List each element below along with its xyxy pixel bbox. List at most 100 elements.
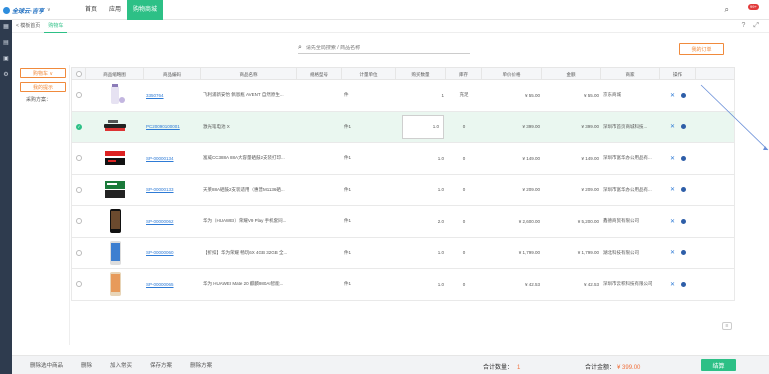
- delete-icon[interactable]: ✕: [670, 218, 675, 225]
- checkbox[interactable]: [76, 186, 82, 193]
- favorite-icon[interactable]: [681, 92, 687, 98]
- table-row[interactable]: SP-00000062 华为（HUAWEI）荣耀V9 Play 手机套同... …: [71, 206, 735, 238]
- dashboard-icon[interactable]: ▦: [0, 22, 12, 32]
- favorite-icon[interactable]: [681, 281, 687, 287]
- delete-selected-link[interactable]: 删除选中商品: [30, 361, 63, 369]
- product-code-link[interactable]: SP-00000065: [146, 282, 174, 287]
- checkbox-checked[interactable]: ✓: [76, 123, 82, 130]
- favorite-icon[interactable]: [681, 187, 687, 193]
- my-orders-button[interactable]: 我的订单: [679, 43, 724, 55]
- search-input[interactable]: [305, 45, 466, 51]
- checkbox[interactable]: [76, 155, 82, 162]
- product-thumbnail[interactable]: [86, 175, 144, 206]
- quantity-field[interactable]: 2.0: [396, 206, 446, 237]
- product-code-link[interactable]: PC20090100001: [146, 124, 180, 129]
- row-checkbox[interactable]: ✓: [72, 112, 86, 143]
- table-row[interactable]: 3350764 飞利浦新安怡 佩恩瓶 AVENT 自然原生... 件 1 充足 …: [71, 80, 735, 112]
- product-code-link[interactable]: SP-00000062: [146, 219, 174, 224]
- tab-template-home[interactable]: < 模板首页: [12, 20, 44, 33]
- delete-plan-link[interactable]: 删除方案: [190, 361, 212, 369]
- quantity-field[interactable]: 1.0: [396, 143, 446, 174]
- product-thumbnail[interactable]: [86, 112, 144, 143]
- delete-icon[interactable]: ✕: [670, 92, 675, 99]
- favorite-icon[interactable]: [681, 155, 687, 161]
- vendor-name: 京东商城: [603, 92, 621, 98]
- document-icon[interactable]: ▤: [0, 38, 12, 48]
- topbar-actions: ⌕ 99+: [725, 4, 759, 16]
- quantity-field[interactable]: 1.0: [396, 238, 446, 269]
- brand-logo[interactable]: 全球云·吉亨 ∨: [3, 4, 51, 16]
- select-all-checkbox[interactable]: [75, 71, 82, 77]
- favorite-icon[interactable]: [681, 218, 687, 224]
- header-code: 商品编码: [144, 68, 201, 79]
- toner-pack-image: [105, 180, 125, 198]
- product-thumbnail[interactable]: [86, 206, 144, 237]
- header-qty: 购买数量: [396, 68, 446, 79]
- notification-button[interactable]: 99+: [745, 4, 759, 16]
- search-icon[interactable]: ⌕: [725, 5, 729, 15]
- delete-link[interactable]: 删除: [81, 361, 92, 369]
- product-thumbnail[interactable]: [86, 269, 144, 300]
- stock-value: 0: [462, 155, 466, 161]
- total-quantity-value: 1: [517, 365, 521, 371]
- tab-cart[interactable]: 购物车: [44, 20, 68, 33]
- product-code-link[interactable]: 3350764: [146, 93, 164, 98]
- window-icon[interactable]: ▣: [0, 54, 12, 64]
- table-row[interactable]: SP-00000060 【折扣】华为荣耀 畅玩6X 4GB 32GB 全... …: [71, 237, 735, 269]
- header-amount: 金额: [542, 68, 601, 79]
- quantity-field[interactable]: 1.0: [396, 269, 446, 300]
- product-code-link[interactable]: SP-00000060: [146, 250, 174, 255]
- row-checkbox[interactable]: [72, 80, 86, 111]
- quantity-field[interactable]: 1.0: [396, 175, 446, 206]
- product-thumbnail[interactable]: [86, 143, 144, 174]
- checkbox[interactable]: [76, 92, 82, 99]
- checkbox[interactable]: [76, 249, 82, 256]
- collapse-toggle[interactable]: ≡: [722, 322, 732, 330]
- quantity-field[interactable]: 1: [396, 80, 446, 111]
- row-checkbox[interactable]: [72, 143, 86, 174]
- table-row[interactable]: SP-00000133 天莱88A硒鼓2支装适用（惠普M1136硒... 件1 …: [71, 174, 735, 206]
- help-icon[interactable]: ?: [741, 22, 745, 30]
- product-thumbnail[interactable]: [86, 80, 144, 111]
- delete-icon[interactable]: ✕: [670, 123, 675, 130]
- checkbox[interactable]: [76, 281, 82, 288]
- row-checkbox[interactable]: [72, 206, 86, 237]
- settings-icon[interactable]: ⚙: [0, 70, 12, 80]
- product-spec: [297, 143, 342, 174]
- delete-icon[interactable]: ✕: [670, 249, 675, 256]
- phone-white-image: [110, 240, 121, 265]
- stock-value: 0: [462, 281, 466, 287]
- delete-icon[interactable]: ✕: [670, 155, 675, 162]
- row-checkbox[interactable]: [72, 238, 86, 269]
- reminder-button[interactable]: 我的提示: [20, 82, 66, 92]
- save-plan-link[interactable]: 保存方案: [150, 361, 172, 369]
- product-name: 飞利浦新安怡 佩恩瓶 AVENT 自然原生...: [203, 92, 284, 98]
- unit-price: ¥ 399.00: [522, 124, 540, 130]
- header-select-all[interactable]: [72, 68, 86, 79]
- nav-item-mall[interactable]: 购物商城: [127, 0, 164, 20]
- stock-value: 0: [462, 250, 466, 256]
- phone-black-image: [110, 209, 121, 234]
- add-frequent-link[interactable]: 加入常买: [110, 361, 132, 369]
- delete-icon[interactable]: ✕: [670, 186, 675, 193]
- settle-button[interactable]: 结算: [701, 359, 736, 371]
- product-code-link[interactable]: SP-00000134: [146, 156, 174, 161]
- favorite-icon[interactable]: [681, 250, 687, 256]
- nav-item-apps[interactable]: 应用: [103, 0, 127, 20]
- row-checkbox[interactable]: [72, 269, 86, 300]
- table-row[interactable]: ✓ PC20090100001 激光笔电池 X 件1 1.0 0 ¥ 399.0…: [71, 111, 735, 143]
- product-code-link[interactable]: SP-00000133: [146, 187, 174, 192]
- row-checkbox[interactable]: [72, 175, 86, 206]
- expand-icon[interactable]: ⤢: [753, 22, 759, 30]
- search-bar: ⌕: [298, 43, 470, 54]
- table-row[interactable]: SP-00000065 华为 HUAWEI Mate 20 麒麟980AI智能.…: [71, 269, 735, 301]
- unit-price: ¥ 1,799.00: [518, 250, 540, 256]
- nav-item-home[interactable]: 首页: [79, 0, 103, 20]
- product-thumbnail[interactable]: [86, 238, 144, 269]
- cart-dropdown-button[interactable]: 购物车 ∨: [20, 68, 66, 78]
- quantity-input[interactable]: 1.0: [402, 114, 444, 139]
- delete-icon[interactable]: ✕: [670, 281, 675, 288]
- checkbox[interactable]: [76, 218, 82, 225]
- table-row[interactable]: SP-00000134 富威CC388A 88A大容量硒鼓2支装打印... 件1…: [71, 143, 735, 175]
- favorite-icon[interactable]: [681, 124, 687, 130]
